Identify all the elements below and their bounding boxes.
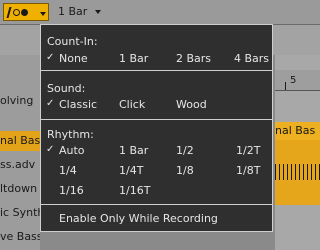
- rhythm-1-4[interactable]: 1/4: [59, 164, 77, 177]
- checkmark-icon: ✓: [46, 52, 55, 63]
- browser-list: olving nal Bas ss.adv ltdown ic Synth ve…: [0, 55, 40, 250]
- count-in-none[interactable]: None: [59, 52, 88, 65]
- count-in-header: Count-In:: [47, 35, 98, 48]
- rhythm-1-2[interactable]: 1/2: [176, 144, 194, 157]
- rhythm-1-8[interactable]: 1/8: [176, 164, 194, 177]
- rhythm-1-16t[interactable]: 1/16T: [119, 184, 150, 197]
- list-item[interactable]: ltdown: [0, 179, 40, 199]
- sound-classic[interactable]: Classic: [59, 98, 97, 111]
- ruler-bar-label: 5: [290, 75, 297, 86]
- metronome-dot-icon: [21, 9, 28, 16]
- audio-clip[interactable]: [275, 140, 320, 205]
- menu-divider: [41, 70, 272, 71]
- checkmark-icon: ✓: [46, 98, 55, 109]
- metronome-settings-menu: Count-In: ✓ None 1 Bar 2 Bars 4 Bars Sou…: [40, 24, 273, 232]
- menu-divider: [41, 119, 272, 120]
- enable-only-while-recording-option[interactable]: Enable Only While Recording: [59, 212, 218, 225]
- list-item[interactable]: olving: [0, 91, 40, 111]
- sound-click[interactable]: Click: [119, 98, 145, 111]
- rhythm-1-16[interactable]: 1/16: [59, 184, 84, 197]
- list-item-selected[interactable]: nal Bas: [0, 131, 40, 151]
- ruler-tick: [285, 82, 286, 90]
- list-item[interactable]: ss.adv: [0, 155, 40, 175]
- rhythm-1-8t[interactable]: 1/8T: [236, 164, 260, 177]
- sound-header: Sound:: [47, 82, 86, 95]
- list-item[interactable]: ve Bass: [0, 227, 40, 247]
- timeline-ruler[interactable]: [275, 70, 320, 91]
- count-in-1-bar[interactable]: 1 Bar: [119, 52, 148, 65]
- quantization-chevron-icon[interactable]: [95, 10, 101, 14]
- rhythm-1-2t[interactable]: 1/2T: [236, 144, 260, 157]
- rhythm-1-bar[interactable]: 1 Bar: [119, 144, 148, 157]
- metronome-button[interactable]: [3, 3, 49, 21]
- clip-header[interactable]: nal Bas: [275, 122, 320, 140]
- count-in-2-bars[interactable]: 2 Bars: [176, 52, 211, 65]
- quantization-menu[interactable]: 1 Bar: [58, 5, 87, 18]
- metronome-tick-icon: [6, 7, 12, 18]
- list-item[interactable]: ic Synth: [0, 203, 40, 223]
- metronome-circle-icon: [13, 9, 20, 16]
- transport-toolbar: 1 Bar: [0, 0, 320, 25]
- checkmark-icon: ✓: [46, 144, 55, 155]
- rhythm-auto[interactable]: Auto: [59, 144, 85, 157]
- chevron-down-icon[interactable]: [40, 12, 46, 16]
- rhythm-1-4t[interactable]: 1/4T: [119, 164, 143, 177]
- count-in-4-bars[interactable]: 4 Bars: [234, 52, 269, 65]
- menu-divider: [41, 204, 272, 205]
- sound-wood[interactable]: Wood: [176, 98, 207, 111]
- rhythm-header: Rhythm:: [47, 128, 94, 141]
